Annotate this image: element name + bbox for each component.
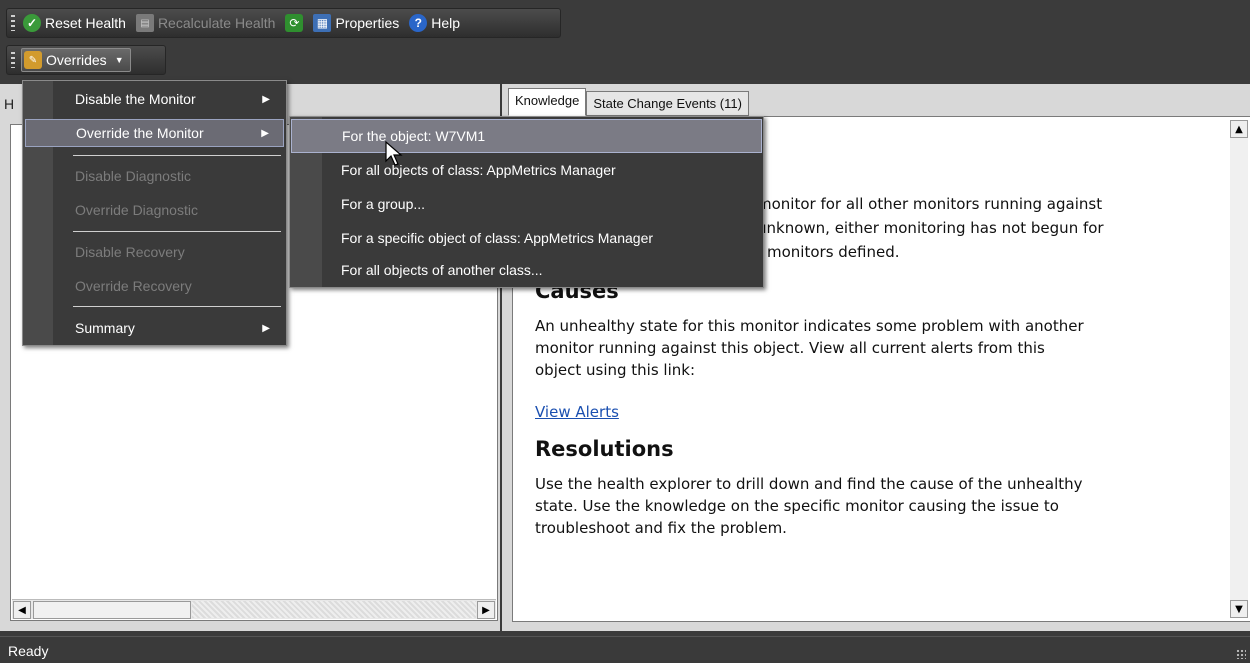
help-label: Help: [431, 15, 461, 31]
menu-item-label: Override the Monitor: [76, 125, 204, 141]
scroll-up-icon[interactable]: ▲: [1230, 120, 1248, 138]
actions-toolbar: ✓ Reset Health ▤ Recalculate Health ⟳ ▦ …: [6, 8, 561, 38]
help-icon: ?: [409, 14, 428, 32]
summary-line-3: monitors defined.: [767, 243, 900, 261]
menu-separator: [73, 155, 281, 156]
menu-item-disable-recovery: Disable Recovery: [25, 238, 284, 266]
chevron-right-icon: ▶: [262, 322, 270, 334]
causes-line-2: monitor running against this object. Vie…: [535, 339, 1045, 357]
menu-item-label: Override Recovery: [75, 278, 192, 294]
summary-line-1: monitor for all other monitors running a…: [757, 195, 1103, 213]
resize-grip-icon[interactable]: [1236, 649, 1246, 659]
chevron-right-icon: ▶: [261, 127, 269, 139]
menu-item-label: Disable Recovery: [75, 244, 185, 260]
submenu-item-for-object[interactable]: For the object: W7VM1: [291, 119, 762, 153]
menu-item-label: Disable Diagnostic: [75, 168, 191, 184]
chevron-right-icon: ▶: [262, 93, 270, 105]
overrides-toolbar: ✎ Overrides ▼: [6, 45, 166, 75]
submenu-item-for-group[interactable]: For a group...: [291, 187, 762, 221]
tab-state-change-events[interactable]: State Change Events (11): [586, 91, 749, 116]
menu-item-disable-monitor[interactable]: Disable the Monitor ▶: [25, 85, 284, 113]
causes-line-3: object using this link:: [535, 361, 695, 379]
menu-item-summary[interactable]: Summary ▶: [25, 314, 284, 342]
reset-health-button[interactable]: ✓ Reset Health: [21, 10, 134, 36]
resolutions-heading: Resolutions: [535, 437, 674, 461]
menu-item-label: Disable the Monitor: [75, 91, 196, 107]
left-pane-header: H: [4, 96, 15, 112]
menu-separator: [73, 231, 281, 232]
menu-item-override-monitor[interactable]: Override the Monitor ▶: [25, 119, 284, 147]
horizontal-scrollbar[interactable]: ◀ ▶: [12, 599, 496, 619]
menu-item-label: Summary: [75, 320, 135, 336]
override-monitor-submenu: For the object: W7VM1 For all objects of…: [289, 116, 764, 288]
toolbar-grip[interactable]: [11, 15, 15, 31]
overrides-icon: ✎: [24, 51, 42, 69]
refresh-button[interactable]: ⟳: [283, 10, 311, 36]
summary-line-2: unknown, either monitoring has not begun…: [757, 219, 1104, 237]
toolbar-grip[interactable]: [11, 52, 15, 68]
checkmark-icon: ✓: [23, 14, 41, 32]
submenu-item-all-objects-of-class[interactable]: For all objects of class: AppMetrics Man…: [291, 153, 762, 187]
submenu-item-another-class[interactable]: For all objects of another class...: [291, 253, 762, 287]
recalculate-icon: ▤: [135, 14, 154, 32]
resolutions-line-1: Use the health explorer to drill down an…: [535, 475, 1083, 493]
menu-item-override-recovery: Override Recovery: [25, 272, 284, 300]
scroll-down-icon[interactable]: ▼: [1230, 600, 1248, 618]
recalculate-health-label: Recalculate Health: [157, 15, 276, 31]
chevron-down-icon: ▼: [114, 55, 124, 65]
scrollbar-track[interactable]: [192, 601, 476, 618]
scroll-right-icon[interactable]: ▶: [477, 601, 495, 619]
overrides-label: Overrides: [46, 52, 107, 68]
properties-button[interactable]: ▦ Properties: [311, 10, 407, 36]
properties-label: Properties: [335, 15, 400, 31]
reset-health-label: Reset Health: [45, 15, 126, 31]
causes-line-1: An unhealthy state for this monitor indi…: [535, 317, 1084, 335]
menu-item-disable-diagnostic: Disable Diagnostic: [25, 162, 284, 190]
vertical-scrollbar[interactable]: ▲ ▼: [1230, 120, 1248, 618]
view-alerts-link[interactable]: View Alerts: [535, 403, 619, 421]
menu-item-label: Override Diagnostic: [75, 202, 198, 218]
submenu-item-specific-object[interactable]: For a specific object of class: AppMetri…: [291, 221, 762, 255]
status-bar: Ready: [0, 636, 1250, 663]
scroll-left-icon[interactable]: ◀: [13, 601, 31, 619]
overrides-menu: Disable the Monitor ▶ Override the Monit…: [22, 80, 287, 346]
tab-knowledge[interactable]: Knowledge: [508, 88, 587, 116]
refresh-icon: ⟳: [285, 14, 304, 32]
mouse-cursor-icon: [385, 141, 403, 166]
help-button[interactable]: ? Help: [407, 10, 468, 36]
resolutions-line-2: state. Use the knowledge on the specific…: [535, 497, 1059, 515]
recalculate-health-button: ▤ Recalculate Health: [134, 10, 284, 36]
resolutions-line-3: troubleshoot and fix the problem.: [535, 519, 787, 537]
status-text: Ready: [8, 643, 49, 659]
menu-item-override-diagnostic: Override Diagnostic: [25, 196, 284, 224]
details-tabs: Knowledge State Change Events (11): [508, 88, 749, 116]
overrides-dropdown-button[interactable]: ✎ Overrides ▼: [21, 48, 131, 72]
menu-separator: [73, 306, 281, 307]
properties-icon: ▦: [313, 14, 332, 32]
scrollbar-thumb[interactable]: [33, 601, 191, 619]
